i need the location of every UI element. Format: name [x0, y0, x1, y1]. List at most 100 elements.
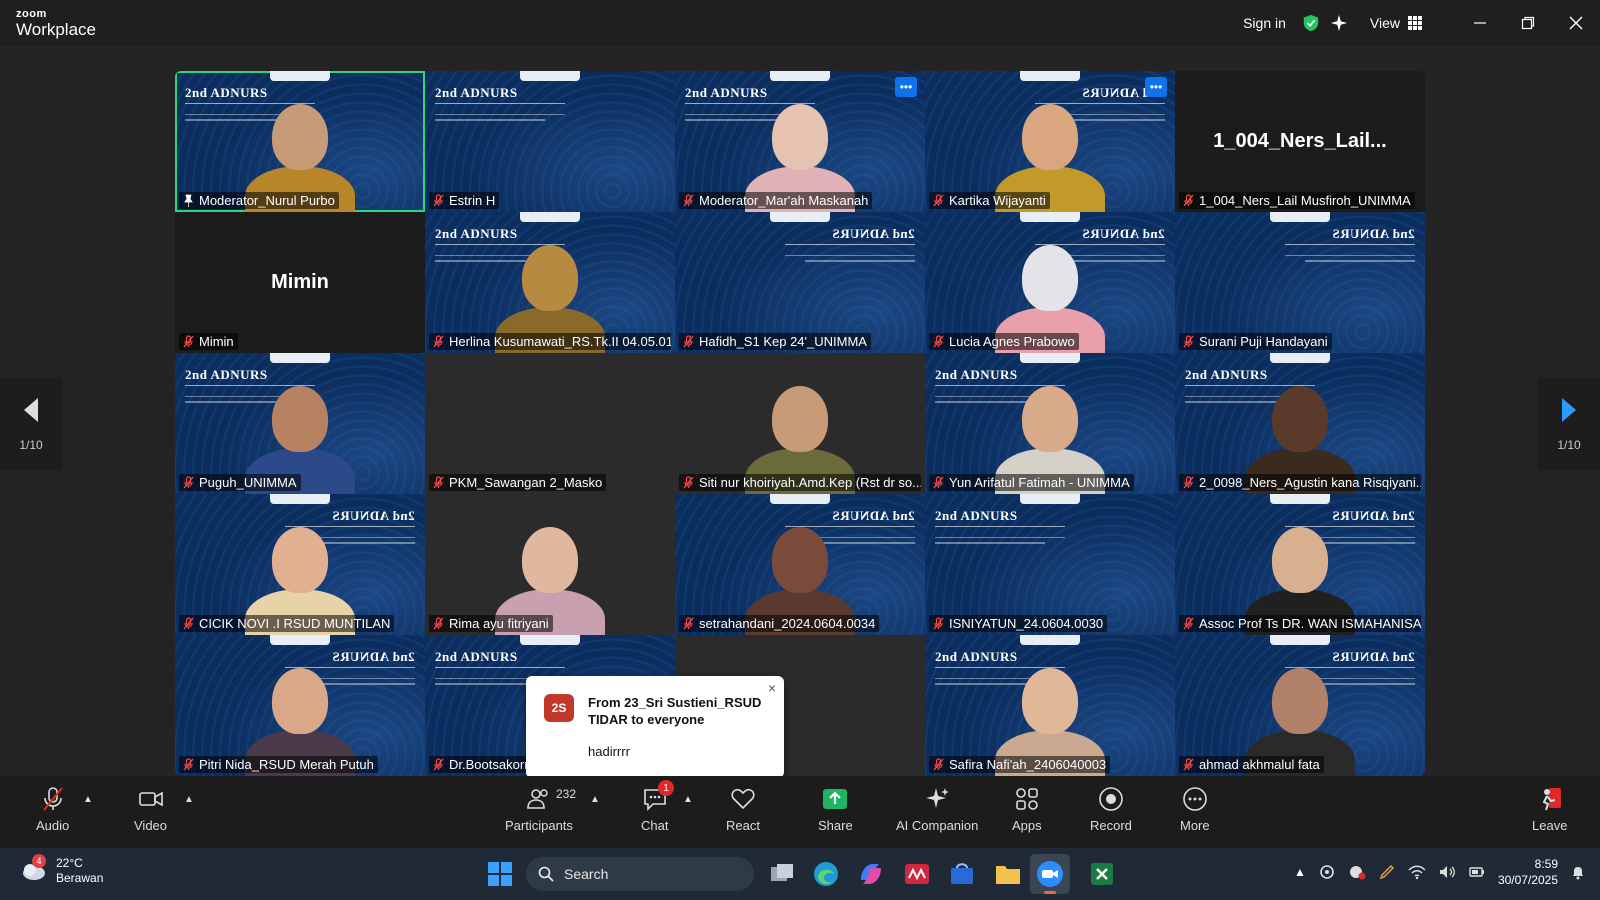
- participant-name-tag: Kartika Wijayanti: [929, 192, 1050, 209]
- search-label: Search: [564, 866, 609, 882]
- mic-muted-icon: [933, 617, 944, 630]
- mic-muted-icon: [183, 476, 194, 489]
- tray-expand-icon[interactable]: ▲: [1294, 865, 1306, 879]
- participant-name-tag: 2_0098_Ners_Agustin kana Risqiyani...: [1179, 474, 1421, 491]
- participant-tile[interactable]: 2nd ADNURS Surani Puji Handayani: [1175, 212, 1425, 353]
- participant-tile[interactable]: 2nd ADNURS Herlina Kusumawati_RS.Tk.II 04…: [425, 212, 675, 353]
- banner-subtitle: [935, 526, 1065, 538]
- tray-zoom-icon[interactable]: [1348, 863, 1366, 881]
- share-label: Share: [818, 818, 853, 833]
- participant-tile[interactable]: 2nd ADNURS Assoc Prof Ts DR. WAN ISMAHANI…: [1175, 494, 1425, 635]
- participant-tile[interactable]: 2nd ADNURS ISNIYATUN_24.0604.0030: [925, 494, 1175, 635]
- participant-name: Surani Puji Handayani: [1199, 334, 1328, 349]
- participant-tile[interactable]: 2nd ADNURS Pitri Nida_RSUD Merah Putuh: [175, 635, 425, 776]
- prev-page-button[interactable]: 1/10: [0, 377, 62, 471]
- participant-tile[interactable]: 2nd ADNURS ••• Kartika Wijayanti: [925, 71, 1175, 212]
- mic-muted-icon: [933, 335, 944, 348]
- sponsor-strip: [770, 494, 830, 504]
- view-button[interactable]: View: [1370, 15, 1422, 31]
- edge-browser-icon[interactable]: [812, 860, 840, 888]
- clock[interactable]: 8:59 30/07/2025: [1498, 856, 1558, 888]
- tile-options-button[interactable]: •••: [1145, 77, 1167, 97]
- participant-tile[interactable]: Mimin Mimin: [175, 212, 425, 353]
- participant-tile[interactable]: 2nd ADNURS Moderator_Nurul Purbo: [175, 71, 425, 212]
- record-button[interactable]: Record: [1090, 786, 1132, 833]
- sponsor-strip: [270, 494, 330, 504]
- weather-widget[interactable]: 4 22°C Berawan: [18, 854, 103, 886]
- participant-tile[interactable]: 2nd ADNURS Yun Arifatul Fatimah - UNIMMA: [925, 353, 1175, 494]
- participant-tile[interactable]: 2nd ADNURS 2_0098_Ners_Agustin kana Risqi…: [1175, 353, 1425, 494]
- participant-tile[interactable]: 2nd ADNURS ahmad akhmalul fata: [1175, 635, 1425, 776]
- close-button[interactable]: [1552, 0, 1600, 46]
- store-icon[interactable]: [948, 860, 976, 888]
- video-options-caret[interactable]: ▲: [184, 794, 194, 805]
- participant-tile[interactable]: PKM_Sawangan 2_Masko: [425, 353, 675, 494]
- battery-icon[interactable]: [1468, 863, 1486, 881]
- app-red-icon[interactable]: [903, 860, 931, 888]
- apps-button[interactable]: Apps: [1012, 786, 1042, 833]
- participant-tile[interactable]: Siti nur khoiriyah.Amd.Kep (Rst dr so...: [675, 353, 925, 494]
- react-button[interactable]: React: [726, 786, 760, 833]
- person-head: [772, 386, 828, 452]
- person-head: [522, 245, 578, 311]
- participants-options-caret[interactable]: ▲: [590, 794, 600, 805]
- tile-options-button[interactable]: •••: [895, 77, 917, 97]
- minimize-button[interactable]: [1456, 0, 1504, 46]
- zoom-app-active[interactable]: [1030, 854, 1070, 894]
- record-icon: [1099, 787, 1123, 811]
- mic-muted-icon: [433, 194, 444, 207]
- chat-notification[interactable]: 2S From 23_Sri Sustieni_RSUD TIDAR to ev…: [526, 676, 784, 786]
- participant-name-tag: Rima ayu fitriyani: [429, 615, 553, 632]
- participant-tile[interactable]: 2nd ADNURS setrahandani_2024.0604.0034: [675, 494, 925, 635]
- excel-icon[interactable]: [1088, 860, 1116, 888]
- participant-tile[interactable]: 2nd ADNURS Safira Nafi'ah_2406040003: [925, 635, 1175, 776]
- ai-companion-button[interactable]: AI Companion: [896, 786, 978, 833]
- participant-name-tag: Siti nur khoiriyah.Amd.Kep (Rst dr so...: [679, 474, 921, 491]
- sign-in-button[interactable]: Sign in: [1243, 15, 1286, 31]
- participant-name: Assoc Prof Ts DR. WAN ISMAHANISA...: [1199, 616, 1421, 631]
- grid-icon: [1408, 16, 1422, 30]
- leave-label: Leave: [1532, 818, 1568, 833]
- tray-app-icon[interactable]: [1318, 863, 1336, 881]
- more-button[interactable]: More: [1180, 786, 1210, 833]
- weather-temp: 22°C: [56, 856, 83, 870]
- minimize-icon: [1474, 22, 1486, 24]
- pen-icon[interactable]: [1378, 863, 1396, 881]
- chat-sender: From 23_Sri Sustieni_RSUD TIDAR to every…: [588, 695, 762, 727]
- chat-options-caret[interactable]: ▲: [683, 794, 693, 805]
- taskbar-search[interactable]: Search: [526, 857, 754, 891]
- next-page-button[interactable]: 1/10: [1538, 377, 1600, 471]
- participant-name: CICIK NOVI .I RSUD MUNTILAN: [199, 616, 391, 631]
- participant-name: Moderator_Mar'ah Maskanah: [699, 193, 869, 208]
- participant-tile[interactable]: 1_004_Ners_Lail... 1_004_Ners_Lail Musfir…: [1175, 71, 1425, 212]
- participant-tile[interactable]: 2nd ADNURS Puguh_UNIMMA: [175, 353, 425, 494]
- participant-tile[interactable]: 2nd ADNURS Estrin H: [425, 71, 675, 212]
- banner-subtitle-line: [1305, 260, 1415, 262]
- sparkle-icon[interactable]: [1330, 14, 1348, 32]
- audio-button[interactable]: Audio: [36, 786, 69, 833]
- weather-badge: 4: [32, 854, 46, 868]
- participant-name-tag: Pitri Nida_RSUD Merah Putuh: [179, 756, 378, 773]
- chat-message: hadirrrr: [588, 744, 630, 759]
- participant-tile[interactable]: Rima ayu fitriyani: [425, 494, 675, 635]
- wifi-icon[interactable]: [1408, 863, 1426, 881]
- restore-button[interactable]: [1504, 0, 1552, 46]
- video-button[interactable]: Video: [134, 786, 167, 833]
- notification-icon[interactable]: [1570, 864, 1586, 880]
- shield-check-icon[interactable]: [1302, 14, 1320, 32]
- share-button[interactable]: Share: [818, 786, 853, 833]
- windows-start-icon[interactable]: [486, 860, 514, 888]
- task-view-icon[interactable]: [768, 860, 796, 888]
- close-notification-button[interactable]: ×: [768, 680, 776, 696]
- file-explorer-icon[interactable]: [994, 860, 1022, 888]
- leave-button[interactable]: Leave: [1532, 786, 1567, 833]
- video-camera-icon: [138, 791, 163, 807]
- copilot-icon[interactable]: [857, 860, 885, 888]
- volume-icon[interactable]: [1438, 863, 1456, 881]
- participant-tile[interactable]: 2nd ADNURS Lucia Agnes Prabowo: [925, 212, 1175, 353]
- participant-tile[interactable]: 2nd ADNURS CICIK NOVI .I RSUD MUNTILAN: [175, 494, 425, 635]
- audio-options-caret[interactable]: ▲: [83, 794, 93, 805]
- participant-tile[interactable]: 2nd ADNURS Hafidh_S1 Kep 24'_UNIMMA: [675, 212, 925, 353]
- chevron-left-icon: [24, 398, 38, 422]
- participant-tile[interactable]: 2nd ADNURS ••• Moderator_Mar'ah Maskanah: [675, 71, 925, 212]
